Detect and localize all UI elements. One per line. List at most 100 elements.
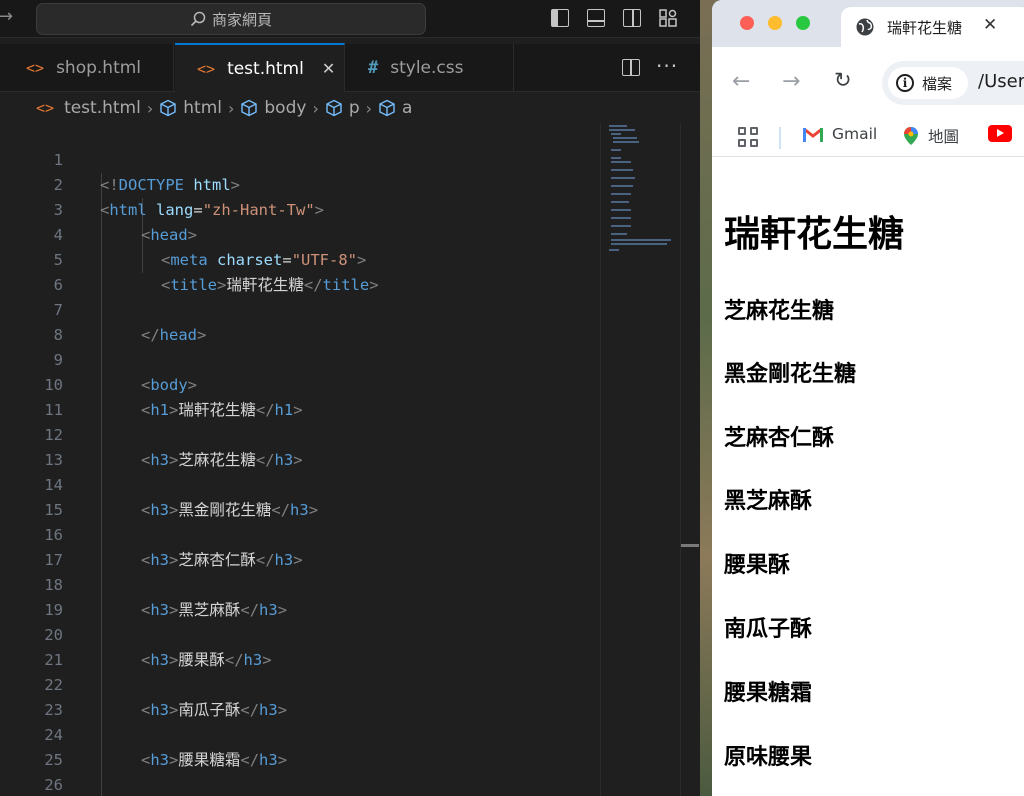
site-info-chip[interactable]: i 檔案	[888, 67, 968, 99]
toggle-panel-icon[interactable]	[587, 9, 605, 27]
more-actions-icon[interactable]: ···	[656, 54, 678, 78]
bookmark-youtube[interactable]	[988, 125, 1012, 142]
bookmark-gmail[interactable]: Gmail	[802, 125, 877, 143]
globe-icon	[856, 18, 874, 36]
youtube-icon	[988, 125, 1012, 142]
breadcrumb: <> test.html › html › body › p › a	[0, 95, 700, 121]
product-heading: 黑金剛花生糖	[724, 362, 857, 387]
chevron-right-icon: ›	[312, 98, 319, 118]
tab-test-html[interactable]: <> test.html ✕	[175, 43, 345, 92]
toggle-primary-sidebar-icon[interactable]	[551, 9, 569, 27]
command-center-search[interactable]: 商家網頁	[36, 3, 426, 35]
editor-tabbar: <> shop.html <> test.html ✕ # style.css	[0, 43, 700, 92]
site-info-label: 檔案	[922, 74, 953, 93]
bookmark-maps[interactable]: 地圖	[904, 125, 959, 147]
code-line: 21	[44, 651, 63, 669]
browser-tabstrip: 瑞軒花生糖 ✕	[712, 0, 1024, 47]
code-line: 19	[44, 601, 63, 619]
chevron-right-icon: ›	[227, 98, 235, 118]
info-icon: i	[896, 74, 914, 92]
code-line: 27	[0, 773, 680, 796]
code-line: 22 <h3>南瓜子酥</h3>	[44, 676, 288, 719]
browser-window: 瑞軒花生糖 ✕ ← → ↻ i 檔案 /Users Gmail	[712, 0, 1024, 796]
vscode-window: → 商家網頁 <> shop.html <> test.html ✕ # sty…	[0, 0, 700, 796]
desktop: { "vscode": { "command_center": "商家網頁", …	[0, 0, 1024, 796]
chevron-right-icon: ›	[146, 98, 154, 118]
tab-label: style.css	[390, 58, 464, 78]
code-line: 8	[53, 326, 63, 344]
tab-style-css[interactable]: # style.css	[346, 44, 514, 92]
split-editor-icon[interactable]	[622, 59, 640, 76]
customize-layout-icon[interactable]	[659, 9, 677, 27]
address-bar[interactable]: i 檔案 /Users	[882, 61, 1024, 105]
breadcrumb-item-body[interactable]: body	[240, 98, 306, 118]
code-line: 23	[44, 701, 63, 719]
tab-label: test.html	[227, 58, 304, 79]
breadcrumb-item-html[interactable]: html	[159, 98, 222, 118]
product-heading: 芝麻杏仁酥	[724, 426, 835, 451]
chevron-right-icon: ›	[365, 98, 373, 118]
minimap[interactable]	[600, 123, 680, 796]
product-heading: 芝麻花生糖	[724, 299, 835, 324]
element-cube-icon	[241, 99, 258, 117]
browser-tab-title: 瑞軒花生糖	[887, 18, 963, 37]
zoom-window-button[interactable]	[796, 16, 810, 30]
element-cube-icon	[326, 99, 342, 117]
code-line: 7 </head>	[53, 301, 207, 344]
tab-label: shop.html	[56, 58, 142, 78]
search-icon	[190, 11, 206, 27]
minimize-window-button[interactable]	[768, 16, 782, 30]
code-line: 10 <h1>瑞軒花生糖</h1>	[44, 376, 303, 419]
code-line: 20 <h3>腰果酥</h3>	[44, 626, 272, 669]
page-heading: 瑞軒花生糖	[724, 214, 905, 255]
code-line: 9 <body>	[53, 351, 198, 394]
code-line: 18 <h3>黑芝麻酥</h3>	[44, 576, 288, 619]
code-line: 5 <title>瑞軒花生糖</title>	[53, 251, 379, 294]
gmail-icon	[803, 127, 823, 142]
code-line: 11	[44, 401, 63, 419]
code-line: 6	[53, 276, 63, 294]
code-line: 16 <h3>芝麻杏仁酥</h3>	[44, 526, 303, 569]
code-line: 12 <h3>芝麻花生糖</h3>	[44, 426, 303, 469]
breadcrumb-item-a[interactable]: a	[378, 98, 412, 118]
url-text: /Users	[978, 71, 1024, 92]
vscode-titlebar: → 商家網頁	[0, 0, 700, 38]
browser-tab[interactable]: 瑞軒花生糖 ✕	[841, 7, 1024, 47]
code-line: 1 <!DOCTYPE html>	[53, 151, 241, 194]
breadcrumb-item-p[interactable]: p	[325, 98, 360, 118]
scrollbar-thumb[interactable]	[681, 544, 699, 547]
code-line: 26 <h3>原味腰果</h3>	[44, 776, 63, 794]
product-heading: 黑芝麻酥	[724, 489, 813, 514]
close-tab-icon[interactable]: ✕	[983, 15, 997, 35]
command-center-label: 商家網頁	[211, 10, 272, 29]
editor-scrollbar[interactable]	[680, 123, 700, 796]
code-line: 13	[44, 451, 63, 469]
bookmarks-bar: Gmail 地圖	[712, 119, 1024, 157]
close-window-button[interactable]	[740, 16, 754, 30]
product-heading: 腰果酥	[724, 553, 791, 578]
back-arrow-icon[interactable]: ←	[732, 69, 750, 94]
breadcrumb-item-file[interactable]: <> test.html	[36, 98, 141, 118]
forward-arrow-icon[interactable]: →	[782, 69, 800, 94]
maps-pin-icon	[904, 127, 918, 145]
browser-toolbar: ← → ↻ i 檔案 /Users	[712, 47, 1024, 119]
code-line: 4 <meta charset="UTF-8">	[53, 226, 367, 269]
code-line: 17	[44, 551, 63, 569]
code-line: 14 <h3>黑金剛花生糖</h3>	[44, 476, 319, 519]
tab-shop-html[interactable]: <> shop.html	[0, 44, 174, 92]
code-line: 24 <h3>腰果糖霜</h3>	[44, 726, 288, 769]
toggle-secondary-sidebar-icon[interactable]	[623, 9, 641, 27]
reload-icon[interactable]: ↻	[834, 68, 852, 92]
rendered-page: 瑞軒花生糖 芝麻花生糖 黑金剛花生糖 芝麻杏仁酥 黑芝麻酥 腰果酥 南瓜子酥 腰…	[712, 157, 1024, 796]
product-heading: 腰果糖霜	[724, 681, 813, 706]
code-line: 25	[44, 751, 63, 769]
nav-forward-icon[interactable]: →	[0, 6, 13, 27]
apps-grid-icon[interactable]	[738, 127, 758, 147]
element-cube-icon	[379, 99, 395, 117]
code-editor[interactable]: 1 <!DOCTYPE html> 2 <html lang="zh-Hant-…	[0, 123, 680, 796]
html-file-icon: <>	[36, 99, 55, 117]
element-cube-icon	[160, 99, 176, 117]
html-file-icon: <>	[197, 59, 216, 78]
bookmarks-divider	[779, 127, 781, 149]
close-icon[interactable]: ✕	[322, 59, 335, 78]
